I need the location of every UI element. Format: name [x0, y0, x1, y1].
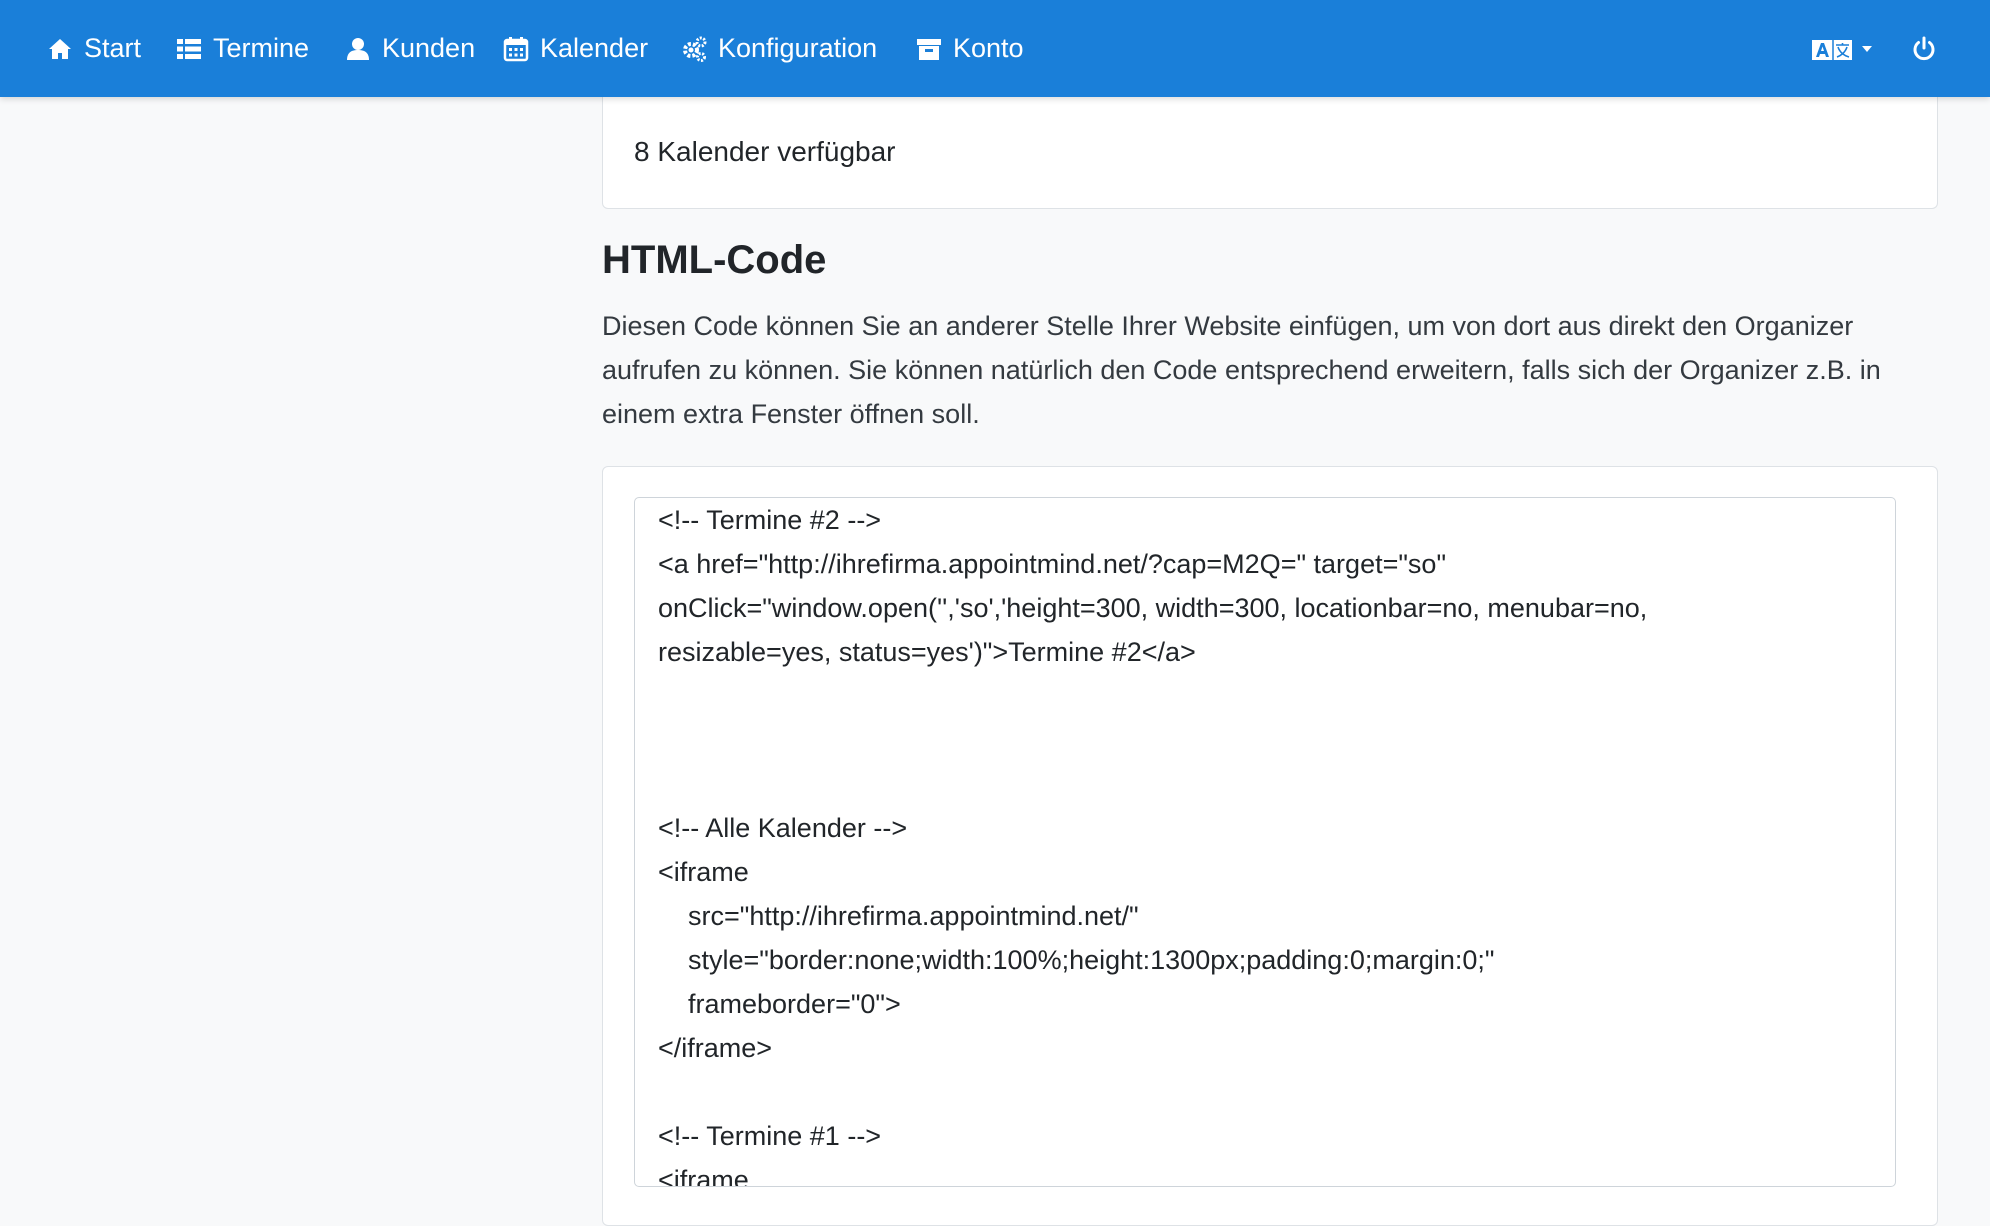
- nav-kunden-label: Kunden: [382, 33, 476, 63]
- nav-kalender[interactable]: Kalender: [502, 0, 648, 97]
- nav-kunden[interactable]: Kunden: [344, 0, 475, 97]
- html-code-content: <!-- Termine #2 --> <a href="http://ihre…: [658, 505, 1648, 1187]
- cogs-icon: [680, 35, 708, 63]
- calendar-icon: [502, 35, 530, 63]
- html-code-textarea[interactable]: <!-- Termine #2 --> <a href="http://ihre…: [634, 497, 1896, 1187]
- html-code-description: Diesen Code können Sie an anderer Stelle…: [602, 311, 1881, 429]
- nav-konfiguration[interactable]: Konfiguration: [680, 0, 877, 97]
- nav-kalender-label: Kalender: [540, 33, 649, 63]
- power-icon: [1910, 35, 1938, 63]
- user-icon: [344, 35, 372, 63]
- html-code-heading: HTML-Code: [602, 238, 827, 282]
- nav-start[interactable]: Start: [46, 0, 141, 97]
- calendar-count-card: 8 Kalender verfügbar: [602, 80, 1938, 209]
- top-navbar: Start Termine Kunden Kalender Konfigurat…: [0, 0, 1990, 97]
- nav-konto-label: Konto: [953, 33, 1024, 63]
- list-icon: [175, 35, 203, 63]
- html-code-card: <!-- Termine #2 --> <a href="http://ihre…: [602, 466, 1938, 1226]
- nav-konto[interactable]: Konto: [915, 0, 1024, 97]
- calendar-count-text: 8 Kalender verfügbar: [634, 136, 896, 167]
- chevron-down-icon: [1862, 45, 1872, 52]
- logout-button[interactable]: [1910, 0, 1948, 97]
- nav-konfiguration-label: Konfiguration: [718, 33, 878, 63]
- nav-termine-label: Termine: [213, 33, 310, 63]
- archive-icon: [915, 35, 943, 63]
- nav-termine[interactable]: Termine: [175, 0, 309, 97]
- translate-icon: [1812, 37, 1854, 61]
- language-dropdown[interactable]: [1812, 0, 1872, 97]
- nav-start-label: Start: [84, 33, 142, 63]
- home-icon: [46, 35, 74, 63]
